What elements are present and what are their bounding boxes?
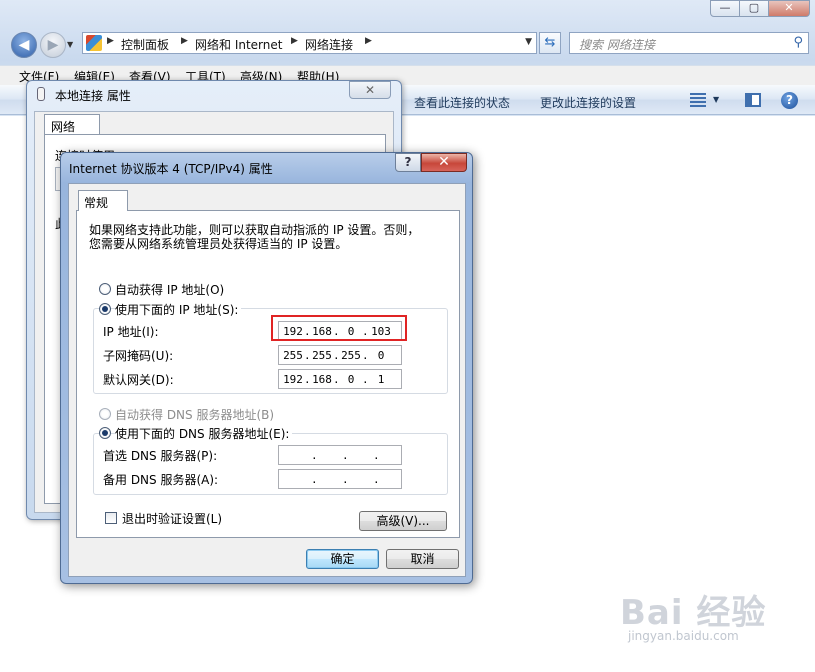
preferred-dns-label: 首选 DNS 服务器(P): [103, 449, 218, 463]
chevron-right-icon[interactable]: ▶ [365, 36, 372, 46]
view-connection-status-button[interactable]: 查看此连接的状态 [414, 94, 510, 111]
ip-octet: 168 [312, 373, 332, 386]
search-placeholder: 搜索 网络连接 [579, 38, 655, 52]
close-button[interactable]: ✕ [349, 81, 391, 99]
address-bar[interactable]: ▶ 控制面板 ▶ 网络和 Internet ▶ 网络连接 ▶ ▼ [82, 32, 537, 54]
change-connection-settings-button[interactable]: 更改此连接的设置 [540, 94, 636, 111]
alternate-dns-label: 备用 DNS 服务器(A): [103, 473, 219, 487]
ip-octet: 255 [312, 349, 332, 362]
manual-dns-label[interactable]: 使用下面的 DNS 服务器地址(E): [115, 425, 293, 442]
auto-ip-label[interactable]: 自动获得 IP 地址(O) [115, 281, 224, 298]
manual-ip-label[interactable]: 使用下面的 IP 地址(S): [115, 301, 242, 318]
description-line: 您需要从网络系统管理员处获得适当的 IP 设置。 [89, 237, 348, 251]
description-text: 如果网络支持此功能，则可以获取自动指派的 IP 设置。否则， 您需要从网络系统管… [89, 223, 449, 251]
network-adapter-icon [37, 87, 45, 101]
breadcrumb-network-internet[interactable]: 网络和 Internet [195, 36, 282, 53]
search-input[interactable]: 搜索 网络连接 ⚲ [569, 32, 809, 54]
ok-button[interactable]: 确定 [306, 549, 379, 569]
advanced-button[interactable]: 高级(V)... [359, 511, 447, 531]
preferred-dns-field[interactable]: ... [278, 445, 402, 465]
auto-dns-label[interactable]: 自动获得 DNS 服务器地址(B) [115, 406, 274, 423]
alternate-dns-field[interactable]: ... [278, 469, 402, 489]
ip-octet: 255 [341, 349, 361, 362]
general-tab-panel: 如果网络支持此功能，则可以获取自动指派的 IP 设置。否则， 您需要从网络系统管… [76, 210, 460, 538]
ipv4-properties-dialog: Internet 协议版本 4 (TCP/IPv4) 属性 ? ✕ 常规 如果网… [60, 152, 473, 584]
ip-octet: 192 [283, 373, 303, 386]
subnet-mask-field[interactable]: 255. 255. 255. 0 [278, 345, 402, 365]
forward-button[interactable]: ▶ [40, 32, 66, 58]
default-gateway-field[interactable]: 192. 168. 0. 1 [278, 369, 402, 389]
search-icon[interactable]: ⚲ [793, 35, 803, 50]
cancel-button[interactable]: 取消 [386, 549, 459, 569]
ip-octet: 0 [347, 373, 355, 386]
dialog-body: 常规 如果网络支持此功能，则可以获取自动指派的 IP 设置。否则， 您需要从网络… [68, 183, 466, 577]
validate-on-exit-label[interactable]: 退出时验证设置(L) [122, 510, 222, 527]
tab-general[interactable]: 常规 [78, 190, 128, 211]
maximize-button[interactable]: ▢ [739, 0, 769, 17]
chevron-right-icon[interactable]: ▶ [107, 36, 114, 46]
subnet-mask-label: 子网掩码(U): [103, 349, 174, 363]
dialog-title: 本地连接 属性 [55, 89, 131, 103]
back-button[interactable]: ◀ [11, 32, 37, 58]
preview-pane-icon[interactable] [745, 93, 761, 107]
manual-ip-radio[interactable] [99, 303, 111, 315]
ip-address-label: IP 地址(I): [103, 325, 159, 339]
auto-dns-radio[interactable] [99, 408, 111, 420]
baidu-watermark: Bai 经验 jingyan.baidu.com [620, 585, 790, 655]
chevron-right-icon[interactable]: ▶ [291, 36, 298, 46]
help-button[interactable]: ? [395, 153, 421, 172]
change-view-icon[interactable] [690, 93, 706, 107]
default-gateway-label: 默认网关(D): [103, 373, 174, 387]
description-line: 如果网络支持此功能，则可以获取自动指派的 IP 设置。否则， [89, 223, 420, 237]
control-panel-icon [86, 35, 102, 51]
address-dropdown-icon[interactable]: ▼ [525, 37, 532, 47]
chevron-right-icon[interactable]: ▶ [181, 36, 188, 46]
dialog-title: Internet 协议版本 4 (TCP/IPv4) 属性 [69, 162, 273, 176]
watermark-url: jingyan.baidu.com [628, 629, 739, 643]
ip-address-highlight-box [271, 315, 407, 341]
recent-pages-dropdown-icon[interactable]: ▼ [67, 40, 73, 49]
ip-octet: 0 [377, 349, 385, 362]
validate-on-exit-checkbox[interactable] [105, 512, 117, 524]
minimize-button[interactable]: — [710, 0, 740, 17]
help-icon[interactable]: ? [781, 92, 798, 109]
tab-network[interactable]: 网络 [44, 114, 100, 135]
title-bar: — ▢ ✕ [0, 0, 815, 28]
ip-octet: 255 [283, 349, 303, 362]
ip-octet: 1 [377, 373, 385, 386]
view-dropdown-icon[interactable]: ▼ [713, 95, 719, 104]
close-button[interactable]: ✕ [421, 153, 467, 172]
breadcrumb-network-connections[interactable]: 网络连接 [305, 36, 353, 53]
manual-dns-radio[interactable] [99, 427, 111, 439]
breadcrumb-control-panel[interactable]: 控制面板 [121, 36, 169, 53]
close-window-button[interactable]: ✕ [768, 0, 810, 17]
navigation-bar: ◀ ▶ ▼ ▶ 控制面板 ▶ 网络和 Internet ▶ 网络连接 ▶ ▼ ⇆… [0, 28, 815, 62]
watermark-logo: Bai 经验 [620, 593, 767, 633]
refresh-button[interactable]: ⇆ [539, 32, 561, 54]
auto-ip-radio[interactable] [99, 283, 111, 295]
